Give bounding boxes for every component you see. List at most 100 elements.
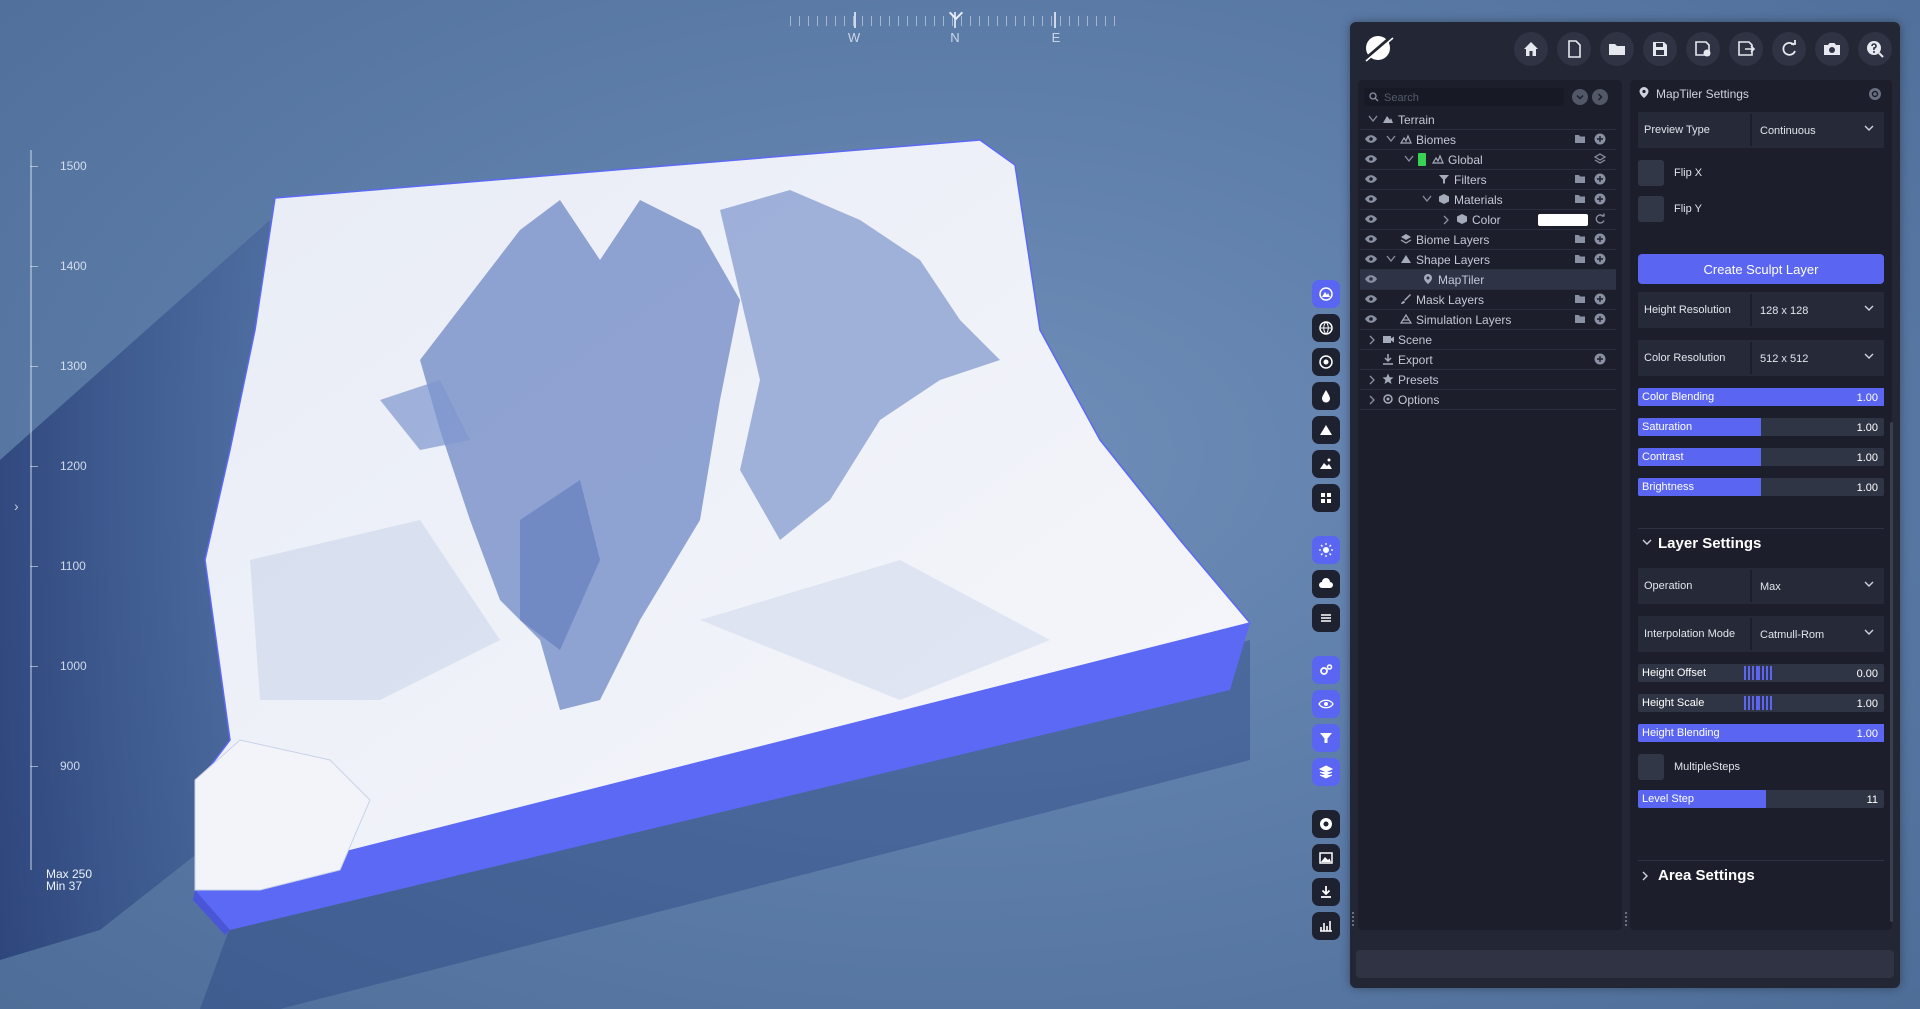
- eye-icon[interactable]: [1364, 274, 1378, 284]
- preview-type-dropdown[interactable]: Continuous: [1750, 114, 1884, 146]
- filter-tool-button[interactable]: [1312, 724, 1340, 752]
- download-tool-button[interactable]: [1312, 878, 1340, 906]
- height-resolution-dropdown[interactable]: 128 x 128: [1750, 294, 1884, 326]
- multiple-steps-checkbox[interactable]: [1638, 754, 1664, 780]
- add-icon[interactable]: [1594, 253, 1606, 265]
- tree-row-export[interactable]: Export: [1360, 350, 1616, 370]
- height-offset-slider[interactable]: Height Offset 0.00: [1638, 664, 1884, 682]
- layers-tool-button[interactable]: [1312, 758, 1340, 786]
- camera-button[interactable]: [1815, 32, 1849, 66]
- chevron-down-icon[interactable]: [1404, 155, 1414, 163]
- settings-tool-button[interactable]: [1312, 656, 1340, 684]
- tree-row-global[interactable]: Global: [1360, 150, 1616, 170]
- flip-x-checkbox[interactable]: [1638, 160, 1664, 186]
- expand-all-button[interactable]: [1592, 89, 1608, 105]
- eye-icon[interactable]: [1364, 294, 1378, 304]
- folder-icon[interactable]: [1574, 173, 1586, 184]
- slider-handle[interactable]: [1756, 666, 1760, 680]
- eye-icon[interactable]: [1364, 234, 1378, 244]
- add-icon[interactable]: [1594, 313, 1606, 325]
- folder-icon[interactable]: [1574, 293, 1586, 304]
- mountain-tool-button[interactable]: [1312, 416, 1340, 444]
- grid-tool-button[interactable]: [1312, 484, 1340, 512]
- slider-handle[interactable]: [1756, 696, 1760, 710]
- flip-y-checkbox[interactable]: [1638, 196, 1664, 222]
- tree-row-scene[interactable]: Scene: [1360, 330, 1616, 350]
- contrast-slider[interactable]: Contrast 1.00: [1638, 448, 1884, 466]
- add-icon[interactable]: [1594, 133, 1606, 145]
- tree-row-terrain[interactable]: Terrain: [1360, 110, 1616, 130]
- refresh-icon[interactable]: [1594, 213, 1606, 225]
- tree-row-options[interactable]: Options: [1360, 390, 1616, 410]
- terrain-render[interactable]: [0, 0, 1350, 1009]
- tree-row-shape-layers[interactable]: Shape Layers: [1360, 250, 1616, 270]
- chevron-down-icon[interactable]: [1422, 195, 1432, 203]
- chevron-right-icon[interactable]: [1368, 395, 1376, 405]
- chevron-right-icon[interactable]: [1368, 335, 1376, 345]
- new-file-button[interactable]: [1557, 32, 1591, 66]
- add-icon[interactable]: [1594, 353, 1606, 365]
- landscape-tool-button[interactable]: [1312, 450, 1340, 478]
- area-settings-section[interactable]: Area Settings: [1638, 860, 1884, 887]
- tree-row-maptiler[interactable]: MapTiler: [1360, 270, 1616, 290]
- material-color-swatch[interactable]: [1538, 214, 1588, 226]
- target-tool-button[interactable]: [1312, 348, 1340, 376]
- fog-tool-button[interactable]: [1312, 604, 1340, 632]
- search-input[interactable]: [1382, 89, 1564, 107]
- chevron-right-icon[interactable]: [1368, 375, 1376, 385]
- brightness-slider[interactable]: Brightness 1.00: [1638, 478, 1884, 496]
- export-file-button[interactable]: [1729, 32, 1763, 66]
- visibility-tool-button[interactable]: [1312, 690, 1340, 718]
- folder-icon[interactable]: [1574, 313, 1586, 324]
- add-icon[interactable]: [1594, 293, 1606, 305]
- biome-color-swatch[interactable]: [1418, 153, 1426, 166]
- operation-dropdown[interactable]: Max: [1750, 570, 1884, 602]
- image-tool-button[interactable]: [1312, 844, 1340, 872]
- tree-row-biomes[interactable]: Biomes: [1360, 130, 1616, 150]
- tree-row-biome-layers[interactable]: Biome Layers: [1360, 230, 1616, 250]
- eye-icon[interactable]: [1364, 314, 1378, 324]
- resize-handle-middle[interactable]: [1625, 912, 1627, 928]
- add-icon[interactable]: [1594, 193, 1606, 205]
- render-tool-button[interactable]: [1312, 810, 1340, 838]
- stats-tool-button[interactable]: [1312, 912, 1340, 940]
- chevron-down-icon[interactable]: [1368, 115, 1378, 123]
- tree-row-materials[interactable]: Materials: [1360, 190, 1616, 210]
- add-icon[interactable]: [1594, 233, 1606, 245]
- folder-icon[interactable]: [1574, 233, 1586, 244]
- tree-row-mask-layers[interactable]: Mask Layers: [1360, 290, 1616, 310]
- properties-scrollbar[interactable]: [1890, 422, 1893, 922]
- terrain-tool-button[interactable]: [1312, 280, 1340, 308]
- height-blending-slider[interactable]: Height Blending 1.00: [1638, 724, 1884, 742]
- add-icon[interactable]: [1594, 173, 1606, 185]
- open-folder-button[interactable]: [1600, 32, 1634, 66]
- color-blending-slider[interactable]: Color Blending 1.00: [1638, 388, 1884, 406]
- collapse-all-button[interactable]: [1572, 89, 1588, 105]
- tree-row-filters[interactable]: Filters: [1360, 170, 1616, 190]
- clouds-tool-button[interactable]: [1312, 570, 1340, 598]
- folder-icon[interactable]: [1574, 253, 1586, 264]
- eye-icon[interactable]: [1364, 174, 1378, 184]
- settings-icon[interactable]: [1868, 87, 1882, 101]
- tree-row-presets[interactable]: Presets: [1360, 370, 1616, 390]
- interpolation-dropdown[interactable]: Catmull-Rom: [1750, 618, 1884, 650]
- eye-icon[interactable]: [1364, 254, 1378, 264]
- save-button[interactable]: [1643, 32, 1677, 66]
- water-tool-button[interactable]: [1312, 382, 1340, 410]
- height-scale-slider[interactable]: Height Scale 1.00: [1638, 694, 1884, 712]
- home-button[interactable]: [1514, 32, 1548, 66]
- save-as-button[interactable]: [1686, 32, 1720, 66]
- refresh-button[interactable]: [1772, 32, 1806, 66]
- level-step-slider[interactable]: Level Step 11: [1638, 790, 1884, 808]
- create-sculpt-layer-button[interactable]: Create Sculpt Layer: [1638, 254, 1884, 284]
- eye-icon[interactable]: [1364, 154, 1378, 164]
- saturation-slider[interactable]: Saturation 1.00: [1638, 418, 1884, 436]
- expand-left-icon[interactable]: ›: [14, 498, 19, 514]
- eye-icon[interactable]: [1364, 134, 1378, 144]
- layers-icon[interactable]: [1594, 153, 1606, 165]
- chevron-right-icon[interactable]: [1442, 215, 1450, 225]
- chevron-down-icon[interactable]: [1386, 135, 1396, 143]
- 3d-viewport[interactable]: W N E 1500 1400 1300 1200 1100 1000 900 …: [0, 0, 1350, 1009]
- tree-row-simulation-layers[interactable]: Simulation Layers: [1360, 310, 1616, 330]
- sun-tool-button[interactable]: [1312, 536, 1340, 564]
